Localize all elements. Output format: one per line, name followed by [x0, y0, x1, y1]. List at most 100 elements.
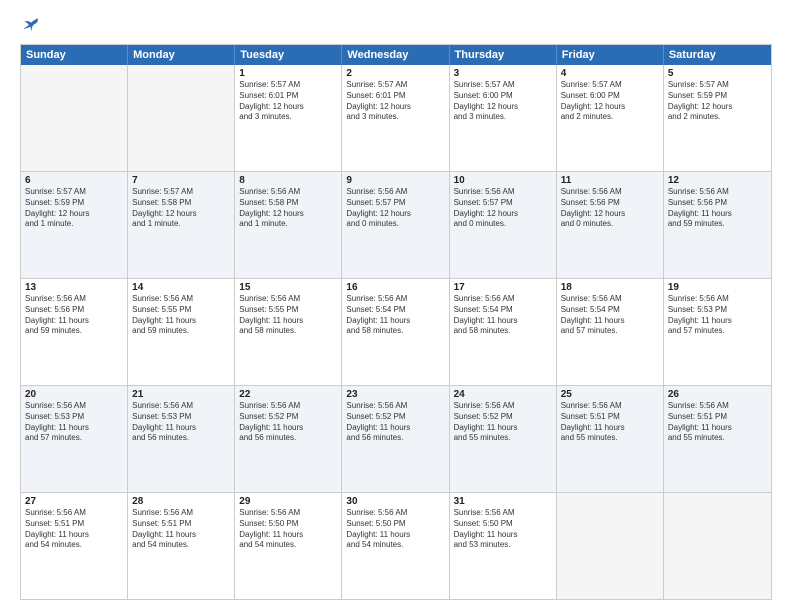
day-number: 27 — [25, 496, 123, 507]
cell-info: Sunrise: 5:56 AMSunset: 5:54 PMDaylight:… — [346, 294, 444, 337]
cell-info: Sunrise: 5:56 AMSunset: 5:52 PMDaylight:… — [346, 401, 444, 444]
cell-info: Sunrise: 5:56 AMSunset: 5:57 PMDaylight:… — [346, 187, 444, 230]
cell-info: Sunrise: 5:56 AMSunset: 5:50 PMDaylight:… — [239, 508, 337, 551]
calendar-cell: 11Sunrise: 5:56 AMSunset: 5:56 PMDayligh… — [557, 172, 664, 278]
calendar-cell: 30Sunrise: 5:56 AMSunset: 5:50 PMDayligh… — [342, 493, 449, 599]
calendar-cell: 9Sunrise: 5:56 AMSunset: 5:57 PMDaylight… — [342, 172, 449, 278]
cell-info: Sunrise: 5:56 AMSunset: 5:52 PMDaylight:… — [239, 401, 337, 444]
cell-info: Sunrise: 5:57 AMSunset: 5:59 PMDaylight:… — [668, 80, 767, 123]
calendar-cell: 4Sunrise: 5:57 AMSunset: 6:00 PMDaylight… — [557, 65, 664, 171]
day-number: 9 — [346, 175, 444, 186]
cell-info: Sunrise: 5:57 AMSunset: 6:00 PMDaylight:… — [561, 80, 659, 123]
cell-info: Sunrise: 5:56 AMSunset: 5:53 PMDaylight:… — [132, 401, 230, 444]
calendar-cell: 13Sunrise: 5:56 AMSunset: 5:56 PMDayligh… — [21, 279, 128, 385]
calendar-cell: 1Sunrise: 5:57 AMSunset: 6:01 PMDaylight… — [235, 65, 342, 171]
day-number: 23 — [346, 389, 444, 400]
calendar-cell: 26Sunrise: 5:56 AMSunset: 5:51 PMDayligh… — [664, 386, 771, 492]
calendar-row: 20Sunrise: 5:56 AMSunset: 5:53 PMDayligh… — [21, 385, 771, 492]
cell-info: Sunrise: 5:56 AMSunset: 5:53 PMDaylight:… — [25, 401, 123, 444]
day-number: 19 — [668, 282, 767, 293]
day-number: 20 — [25, 389, 123, 400]
calendar-cell: 12Sunrise: 5:56 AMSunset: 5:56 PMDayligh… — [664, 172, 771, 278]
day-number: 21 — [132, 389, 230, 400]
calendar-cell: 2Sunrise: 5:57 AMSunset: 6:01 PMDaylight… — [342, 65, 449, 171]
cell-info: Sunrise: 5:56 AMSunset: 5:58 PMDaylight:… — [239, 187, 337, 230]
cell-info: Sunrise: 5:56 AMSunset: 5:55 PMDaylight:… — [132, 294, 230, 337]
cell-info: Sunrise: 5:56 AMSunset: 5:51 PMDaylight:… — [25, 508, 123, 551]
calendar-cell: 10Sunrise: 5:56 AMSunset: 5:57 PMDayligh… — [450, 172, 557, 278]
day-number: 31 — [454, 496, 552, 507]
cell-info: Sunrise: 5:56 AMSunset: 5:56 PMDaylight:… — [668, 187, 767, 230]
calendar-cell — [664, 493, 771, 599]
day-number: 14 — [132, 282, 230, 293]
cell-info: Sunrise: 5:56 AMSunset: 5:52 PMDaylight:… — [454, 401, 552, 444]
day-number: 28 — [132, 496, 230, 507]
logo-bird-icon — [22, 16, 40, 34]
cell-info: Sunrise: 5:56 AMSunset: 5:55 PMDaylight:… — [239, 294, 337, 337]
calendar-cell: 21Sunrise: 5:56 AMSunset: 5:53 PMDayligh… — [128, 386, 235, 492]
calendar-row: 13Sunrise: 5:56 AMSunset: 5:56 PMDayligh… — [21, 278, 771, 385]
calendar-cell: 24Sunrise: 5:56 AMSunset: 5:52 PMDayligh… — [450, 386, 557, 492]
day-number: 13 — [25, 282, 123, 293]
calendar-row: 27Sunrise: 5:56 AMSunset: 5:51 PMDayligh… — [21, 492, 771, 599]
calendar-cell: 19Sunrise: 5:56 AMSunset: 5:53 PMDayligh… — [664, 279, 771, 385]
cell-info: Sunrise: 5:57 AMSunset: 5:59 PMDaylight:… — [25, 187, 123, 230]
day-number: 26 — [668, 389, 767, 400]
calendar-cell: 16Sunrise: 5:56 AMSunset: 5:54 PMDayligh… — [342, 279, 449, 385]
cell-info: Sunrise: 5:56 AMSunset: 5:53 PMDaylight:… — [668, 294, 767, 337]
cell-info: Sunrise: 5:57 AMSunset: 6:01 PMDaylight:… — [239, 80, 337, 123]
cell-info: Sunrise: 5:56 AMSunset: 5:51 PMDaylight:… — [132, 508, 230, 551]
calendar-header-cell: Saturday — [664, 45, 771, 65]
calendar-cell: 22Sunrise: 5:56 AMSunset: 5:52 PMDayligh… — [235, 386, 342, 492]
calendar-cell: 31Sunrise: 5:56 AMSunset: 5:50 PMDayligh… — [450, 493, 557, 599]
day-number: 3 — [454, 68, 552, 79]
day-number: 7 — [132, 175, 230, 186]
day-number: 29 — [239, 496, 337, 507]
logo — [20, 16, 40, 34]
calendar-header: SundayMondayTuesdayWednesdayThursdayFrid… — [21, 45, 771, 65]
calendar-cell: 20Sunrise: 5:56 AMSunset: 5:53 PMDayligh… — [21, 386, 128, 492]
calendar-cell: 17Sunrise: 5:56 AMSunset: 5:54 PMDayligh… — [450, 279, 557, 385]
cell-info: Sunrise: 5:56 AMSunset: 5:51 PMDaylight:… — [668, 401, 767, 444]
cell-info: Sunrise: 5:56 AMSunset: 5:57 PMDaylight:… — [454, 187, 552, 230]
cell-info: Sunrise: 5:56 AMSunset: 5:54 PMDaylight:… — [454, 294, 552, 337]
cell-info: Sunrise: 5:57 AMSunset: 6:00 PMDaylight:… — [454, 80, 552, 123]
day-number: 2 — [346, 68, 444, 79]
calendar-row: 6Sunrise: 5:57 AMSunset: 5:59 PMDaylight… — [21, 171, 771, 278]
logo-text — [20, 16, 40, 34]
calendar: SundayMondayTuesdayWednesdayThursdayFrid… — [20, 44, 772, 600]
calendar-header-cell: Sunday — [21, 45, 128, 65]
day-number: 11 — [561, 175, 659, 186]
day-number: 1 — [239, 68, 337, 79]
cell-info: Sunrise: 5:56 AMSunset: 5:56 PMDaylight:… — [561, 187, 659, 230]
calendar-cell: 5Sunrise: 5:57 AMSunset: 5:59 PMDaylight… — [664, 65, 771, 171]
calendar-cell: 29Sunrise: 5:56 AMSunset: 5:50 PMDayligh… — [235, 493, 342, 599]
calendar-cell: 23Sunrise: 5:56 AMSunset: 5:52 PMDayligh… — [342, 386, 449, 492]
day-number: 25 — [561, 389, 659, 400]
calendar-header-cell: Tuesday — [235, 45, 342, 65]
calendar-body: 1Sunrise: 5:57 AMSunset: 6:01 PMDaylight… — [21, 65, 771, 599]
day-number: 22 — [239, 389, 337, 400]
day-number: 15 — [239, 282, 337, 293]
calendar-header-cell: Wednesday — [342, 45, 449, 65]
calendar-cell: 28Sunrise: 5:56 AMSunset: 5:51 PMDayligh… — [128, 493, 235, 599]
cell-info: Sunrise: 5:56 AMSunset: 5:51 PMDaylight:… — [561, 401, 659, 444]
calendar-cell — [557, 493, 664, 599]
calendar-header-cell: Monday — [128, 45, 235, 65]
page: SundayMondayTuesdayWednesdayThursdayFrid… — [0, 0, 792, 612]
day-number: 8 — [239, 175, 337, 186]
day-number: 12 — [668, 175, 767, 186]
calendar-header-cell: Friday — [557, 45, 664, 65]
day-number: 18 — [561, 282, 659, 293]
calendar-cell — [128, 65, 235, 171]
cell-info: Sunrise: 5:56 AMSunset: 5:56 PMDaylight:… — [25, 294, 123, 337]
calendar-cell: 27Sunrise: 5:56 AMSunset: 5:51 PMDayligh… — [21, 493, 128, 599]
header — [20, 16, 772, 34]
calendar-cell: 3Sunrise: 5:57 AMSunset: 6:00 PMDaylight… — [450, 65, 557, 171]
day-number: 17 — [454, 282, 552, 293]
calendar-cell: 15Sunrise: 5:56 AMSunset: 5:55 PMDayligh… — [235, 279, 342, 385]
cell-info: Sunrise: 5:56 AMSunset: 5:54 PMDaylight:… — [561, 294, 659, 337]
cell-info: Sunrise: 5:57 AMSunset: 6:01 PMDaylight:… — [346, 80, 444, 123]
cell-info: Sunrise: 5:56 AMSunset: 5:50 PMDaylight:… — [454, 508, 552, 551]
calendar-cell: 8Sunrise: 5:56 AMSunset: 5:58 PMDaylight… — [235, 172, 342, 278]
